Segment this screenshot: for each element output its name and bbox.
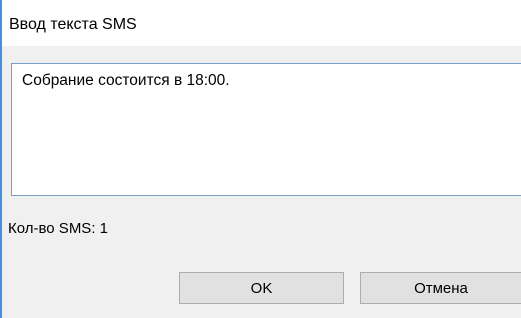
title-bar[interactable]: Ввод текста SMS — [2, 0, 521, 46]
window-title: Ввод текста SMS — [9, 16, 137, 33]
sms-count-label: Кол-во SMS: 1 — [8, 220, 108, 237]
sms-input-dialog: Ввод текста SMS Собрание состоится в 18:… — [0, 0, 521, 318]
cancel-button[interactable]: Отмена — [360, 272, 521, 304]
sms-text-input[interactable]: Собрание состоится в 18:00. — [11, 63, 521, 196]
dialog-body: Собрание состоится в 18:00. Кол-во SMS: … — [2, 46, 521, 318]
ok-button[interactable]: OK — [179, 272, 344, 304]
